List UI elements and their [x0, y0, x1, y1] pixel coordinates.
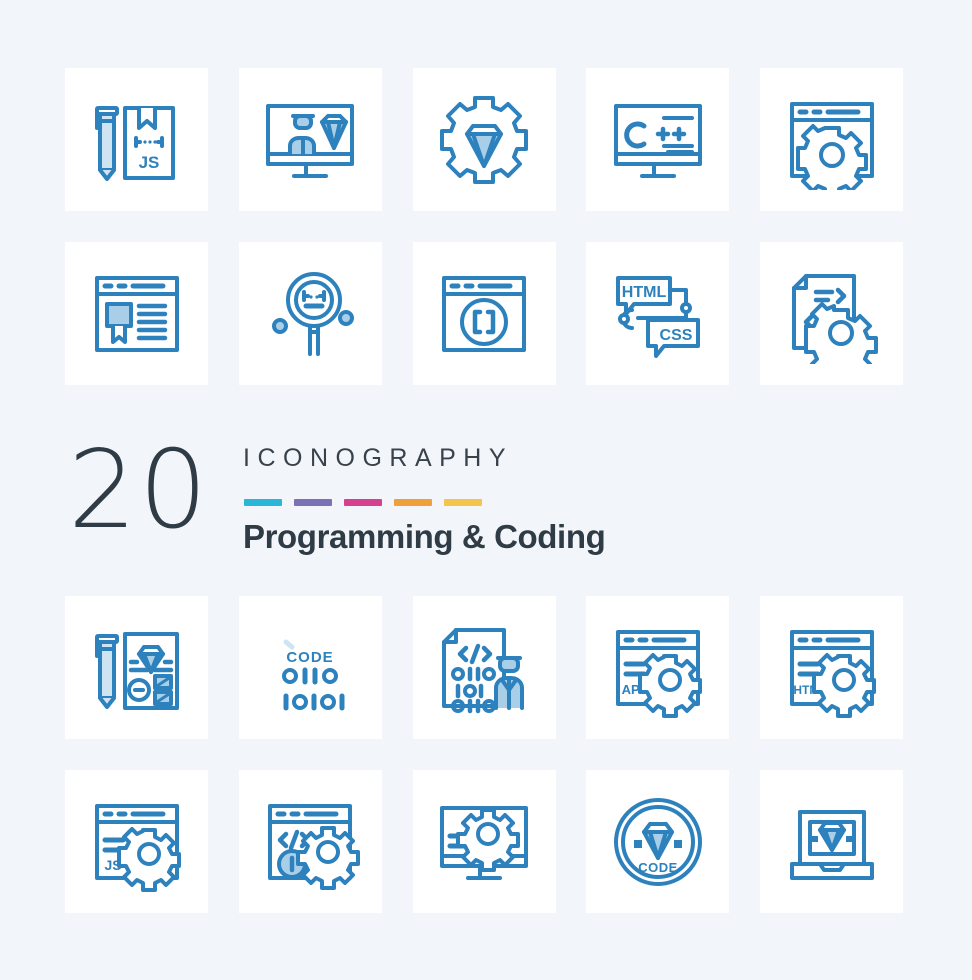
icon-grid-bottom: CODE APP HTML JS CODE — [65, 596, 903, 913]
bar-magenta — [344, 499, 382, 506]
code-binary-icon: CODE — [282, 639, 345, 710]
icon-tile-browser-brackets[interactable] — [412, 242, 556, 385]
monitor-developer-diamond-icon — [266, 103, 355, 178]
icon-tile-code-binary[interactable]: CODE — [238, 596, 382, 739]
gear-diamond-icon — [440, 95, 528, 184]
document-code-gear-icon — [791, 273, 878, 364]
icon-count: 20 — [68, 428, 210, 553]
icon-tile-browser-gear[interactable] — [760, 68, 903, 211]
icon-tile-gear-diamond[interactable] — [412, 68, 556, 211]
magnifier-code-icon — [272, 271, 355, 356]
pencil-js-book-icon: JS — [94, 105, 175, 181]
bar-cyan — [244, 499, 282, 506]
banner-subtitle: Programming & Coding — [243, 518, 606, 555]
icon-tile-html-css-chat[interactable]: HTML CSS — [586, 242, 730, 385]
browser-code-info-gear-icon — [268, 803, 361, 890]
color-bars — [244, 499, 482, 506]
icon-text-html: HTML — [622, 284, 667, 301]
icon-tile-browser-html-gear[interactable]: HTML — [760, 596, 903, 739]
icon-text-code: CODE — [638, 860, 678, 875]
icon-grid-top: JS HTML CSS — [65, 68, 903, 385]
browser-brackets-icon — [442, 275, 526, 352]
icon-tile-code-document-developer[interactable] — [412, 596, 556, 739]
html-css-chat-icon: HTML CSS — [615, 275, 700, 358]
browser-html-gear-icon: HTML — [789, 629, 876, 718]
monitor-gear-icon — [440, 805, 528, 880]
icon-tile-browser-app-gear[interactable]: APP — [586, 596, 730, 739]
code-diamond-badge-icon: CODE — [613, 797, 702, 886]
icon-tile-browser-js-gear[interactable]: JS — [65, 770, 208, 913]
icon-tile-laptop-diamond[interactable] — [760, 770, 903, 913]
icon-text-code: CODE — [287, 649, 334, 666]
browser-js-gear-icon: JS — [94, 803, 181, 892]
bar-purple — [294, 499, 332, 506]
code-document-developer-icon — [442, 627, 524, 713]
bar-orange — [394, 499, 432, 506]
icon-tile-browser-code-info-gear[interactable] — [238, 770, 382, 913]
icon-tile-monitor-developer-diamond[interactable] — [238, 68, 382, 211]
icon-tile-browser-certificate[interactable] — [65, 242, 208, 385]
browser-certificate-icon — [94, 275, 179, 352]
icon-set-page: JS HTML CSS 20 ICONOGRAPHY Programming &… — [0, 0, 972, 980]
icon-tile-magnifier-code[interactable] — [238, 242, 382, 385]
brand-title: ICONOGRAPHY — [243, 444, 514, 472]
pencil-design-document-icon — [94, 631, 179, 710]
icon-tile-document-code-gear[interactable] — [760, 242, 903, 385]
browser-gear-icon — [789, 101, 874, 190]
icon-tile-pencil-design-document[interactable] — [65, 596, 208, 739]
icon-tile-monitor-cplusplus[interactable] — [586, 68, 730, 211]
browser-app-gear-icon: APP — [615, 629, 702, 718]
laptop-diamond-icon — [789, 809, 874, 880]
icon-text-js: JS — [138, 153, 159, 172]
bar-gold — [444, 499, 482, 506]
icon-tile-monitor-gear[interactable] — [412, 770, 556, 913]
monitor-cplusplus-icon — [613, 103, 702, 178]
icon-text-css: CSS — [659, 327, 692, 344]
icon-tile-code-diamond-badge[interactable]: CODE — [586, 770, 730, 913]
banner: 20 ICONOGRAPHY Programming & Coding — [0, 428, 972, 568]
icon-tile-pencil-js-book[interactable]: JS — [65, 68, 208, 211]
